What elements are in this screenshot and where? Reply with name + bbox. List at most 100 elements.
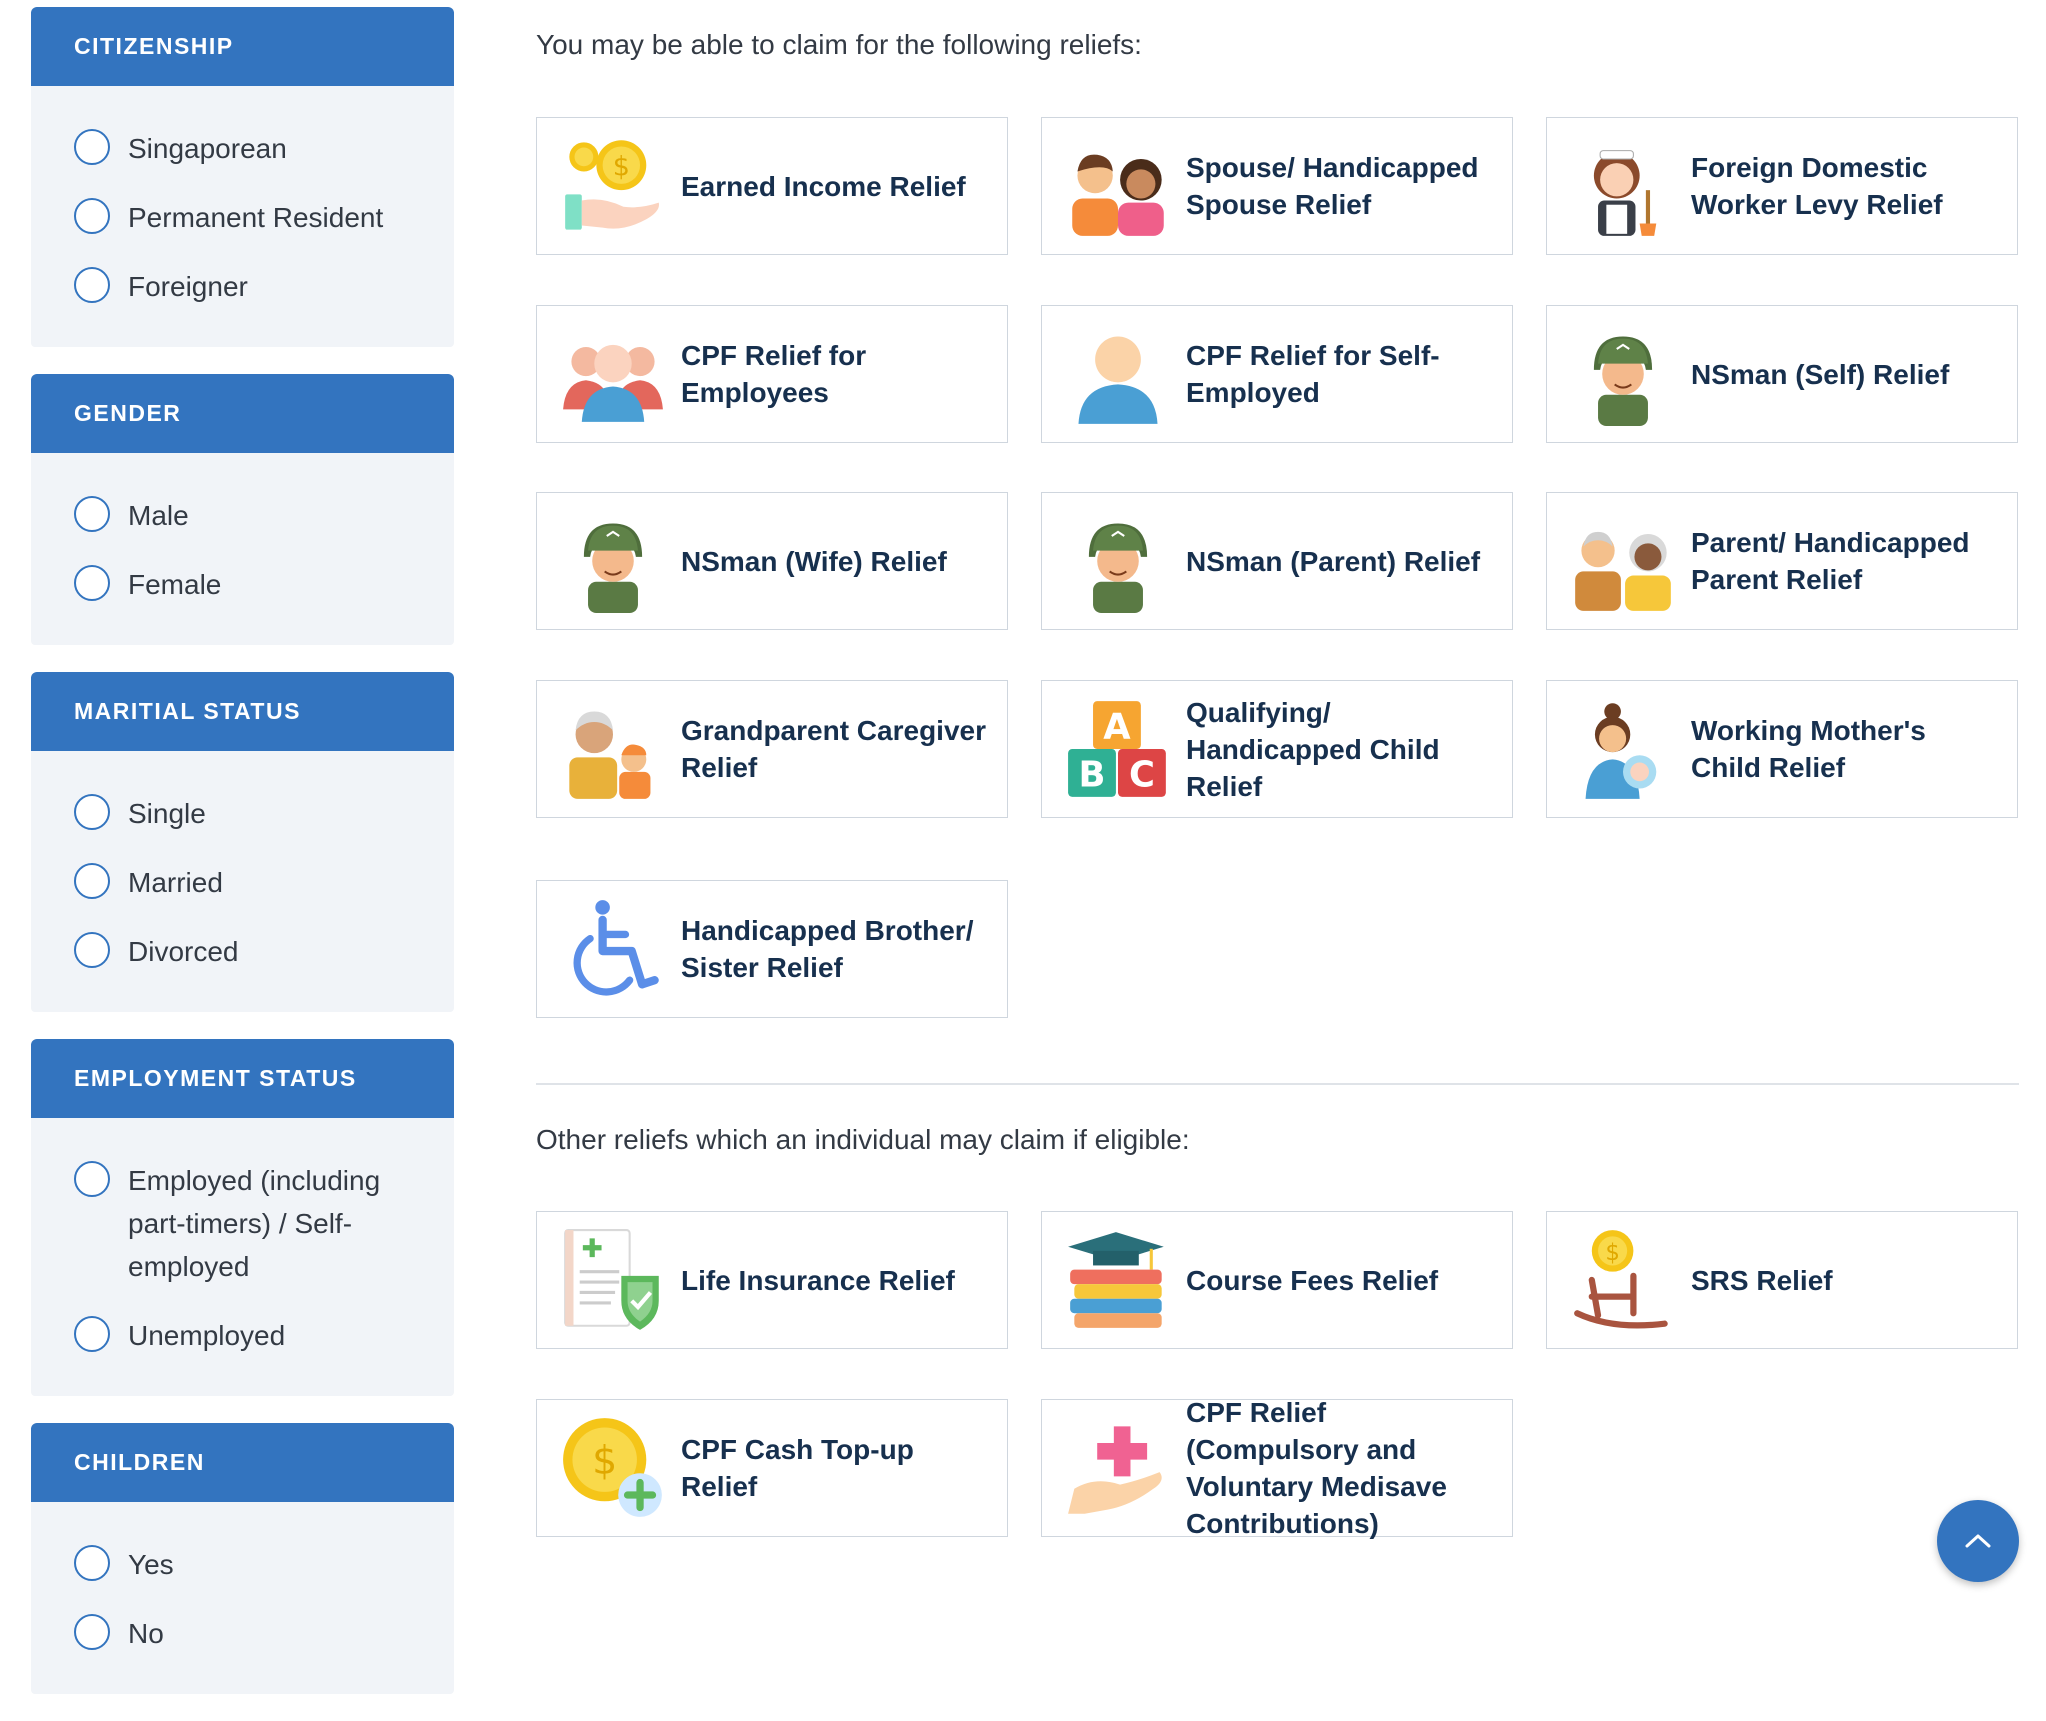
relief-card-nsman-parent[interactable]: NSman (Parent) Relief <box>1041 492 1513 630</box>
citizenship-panel: CITIZENSHIP Singaporean Permanent Reside… <box>31 7 454 347</box>
abc-blocks-icon: ABC <box>1066 697 1170 801</box>
radio-button[interactable] <box>74 863 110 899</box>
option-label: Employed (including part-timers) / Self-… <box>128 1165 381 1282</box>
citizenship-heading: CITIZENSHIP <box>31 7 454 86</box>
gender-panel: GENDER Male Female <box>31 374 454 645</box>
radio-button[interactable] <box>74 932 110 968</box>
marital-status-panel: MARITIAL STATUS Single Married Divorced <box>31 672 454 1012</box>
relief-card-earned-income[interactable]: $ Earned Income Relief <box>536 117 1008 255</box>
radio-button[interactable] <box>74 496 110 532</box>
radio-button[interactable] <box>74 1614 110 1650</box>
option-label: No <box>128 1618 164 1649</box>
radio-option-foreigner[interactable]: Foreigner <box>74 252 454 321</box>
relief-label: CPF Relief for Self-Employed <box>1186 340 1440 408</box>
relief-label: NSman (Wife) Relief <box>681 545 947 577</box>
relief-label: Parent/ Handicapped Parent Relief <box>1691 527 1970 595</box>
relief-label: Handicapped Brother/ Sister Relief <box>681 915 974 983</box>
relief-card-qualifying-child[interactable]: ABC Qualifying/ Handicapped Child Relief <box>1041 680 1513 818</box>
wheelchair-icon <box>561 897 665 1001</box>
relief-label: Course Fees Relief <box>1186 1264 1439 1296</box>
radio-button[interactable] <box>74 267 110 303</box>
relief-card-grandparent-caregiver[interactable]: Grandparent Caregiver Relief <box>536 680 1008 818</box>
option-label: Single <box>128 798 206 829</box>
soldier-icon <box>1066 509 1170 613</box>
radio-option-permanent-resident[interactable]: Permanent Resident <box>74 183 454 252</box>
back-to-top-button[interactable] <box>1937 1500 2019 1582</box>
relief-card-working-mother[interactable]: Working Mother's Child Relief <box>1546 680 2018 818</box>
svg-text:$: $ <box>1605 1240 1620 1266</box>
radio-button[interactable] <box>74 129 110 165</box>
radio-option-unemployed[interactable]: Unemployed <box>74 1301 454 1370</box>
relief-card-cpf-self-employed[interactable]: CPF Relief for Self-Employed <box>1041 305 1513 443</box>
relief-label: CPF Relief for Employees <box>681 340 867 408</box>
option-label: Permanent Resident <box>128 202 384 233</box>
section-divider <box>536 1083 2019 1085</box>
relief-card-cpf-cash-top-up[interactable]: $ CPF Cash Top-up Relief <box>536 1399 1008 1537</box>
radio-button[interactable] <box>74 1161 110 1197</box>
relief-card-life-insurance[interactable]: Life Insurance Relief <box>536 1211 1008 1349</box>
relief-card-cpf-medisave[interactable]: CPF Relief (Compulsory and Voluntary Med… <box>1041 1397 1513 1539</box>
relief-card-handicapped-sibling[interactable]: Handicapped Brother/ Sister Relief <box>536 880 1008 1018</box>
option-label: Foreigner <box>128 271 248 302</box>
relief-card-foreign-domestic-worker[interactable]: Foreign Domestic Worker Levy Relief <box>1546 117 2018 255</box>
relief-card-nsman-self[interactable]: NSman (Self) Relief <box>1546 305 2018 443</box>
relief-card-nsman-wife[interactable]: NSman (Wife) Relief <box>536 492 1008 630</box>
relief-label: CPF Cash Top-up Relief <box>681 1434 914 1502</box>
radio-button[interactable] <box>74 794 110 830</box>
relief-card-cpf-employees[interactable]: CPF Relief for Employees <box>536 305 1008 443</box>
grandparent-icon <box>561 697 665 801</box>
option-label: Yes <box>128 1549 174 1580</box>
group-icon <box>561 322 665 426</box>
relief-label: Qualifying/ Handicapped Child Relief <box>1186 696 1440 802</box>
person-icon <box>1066 322 1170 426</box>
radio-option-female[interactable]: Female <box>74 550 454 619</box>
radio-button[interactable] <box>74 565 110 601</box>
relief-label: Spouse/ Handicapped Spouse Relief <box>1186 152 1479 220</box>
relief-label: Foreign Domestic Worker Levy Relief <box>1691 152 1943 220</box>
radio-button[interactable] <box>74 1545 110 1581</box>
maid-icon <box>1571 134 1675 238</box>
insurance-doc-icon <box>561 1228 665 1332</box>
relief-label: Life Insurance Relief <box>681 1264 955 1296</box>
svg-text:C: C <box>1129 754 1155 795</box>
relief-label: NSman (Parent) Relief <box>1186 545 1481 577</box>
option-label: Married <box>128 867 223 898</box>
relief-label: Working Mother's Child Relief <box>1691 715 1926 783</box>
relief-label: Grandparent Caregiver Relief <box>681 715 986 783</box>
medical-hand-icon <box>1066 1416 1170 1520</box>
radio-button[interactable] <box>74 1316 110 1352</box>
option-label: Unemployed <box>128 1320 286 1351</box>
gender-heading: GENDER <box>31 374 454 453</box>
relief-card-spouse[interactable]: Spouse/ Handicapped Spouse Relief <box>1041 117 1513 255</box>
relief-label: SRS Relief <box>1691 1264 1833 1296</box>
couple-icon <box>1066 134 1170 238</box>
option-label: Singaporean <box>128 133 287 164</box>
option-label: Male <box>128 500 189 531</box>
svg-text:$: $ <box>613 152 630 183</box>
radio-option-singaporean[interactable]: Singaporean <box>74 114 454 183</box>
radio-option-single[interactable]: Single <box>74 779 454 848</box>
relief-card-course-fees[interactable]: Course Fees Relief <box>1041 1211 1513 1349</box>
radio-option-no[interactable]: No <box>74 1599 454 1668</box>
hand-coins-icon: $ <box>561 134 665 238</box>
children-heading: CHILDREN <box>31 1423 454 1502</box>
elderly-couple-icon <box>1571 509 1675 613</box>
relief-card-srs[interactable]: $ SRS Relief <box>1546 1211 2018 1349</box>
radio-option-male[interactable]: Male <box>74 481 454 550</box>
relief-card-parent[interactable]: Parent/ Handicapped Parent Relief <box>1546 492 2018 630</box>
rocking-chair-coin-icon: $ <box>1571 1228 1675 1332</box>
radio-option-yes[interactable]: Yes <box>74 1530 454 1599</box>
relief-label: CPF Relief (Compulsory and Voluntary Med… <box>1186 1397 1447 1539</box>
relief-label: NSman (Self) Relief <box>1691 358 1950 390</box>
radio-option-divorced[interactable]: Divorced <box>74 917 454 986</box>
children-panel: CHILDREN Yes No <box>31 1423 454 1694</box>
svg-text:$: $ <box>592 1438 617 1484</box>
radio-option-employed[interactable]: Employed (including part-timers) / Self-… <box>74 1146 454 1301</box>
employment-status-heading: EMPLOYMENT STATUS <box>31 1039 454 1118</box>
relief-label: Earned Income Relief <box>681 170 966 202</box>
marital-status-heading: MARITIAL STATUS <box>31 672 454 751</box>
soldier-icon <box>561 509 665 613</box>
books-cap-icon <box>1066 1228 1170 1332</box>
radio-option-married[interactable]: Married <box>74 848 454 917</box>
radio-button[interactable] <box>74 198 110 234</box>
